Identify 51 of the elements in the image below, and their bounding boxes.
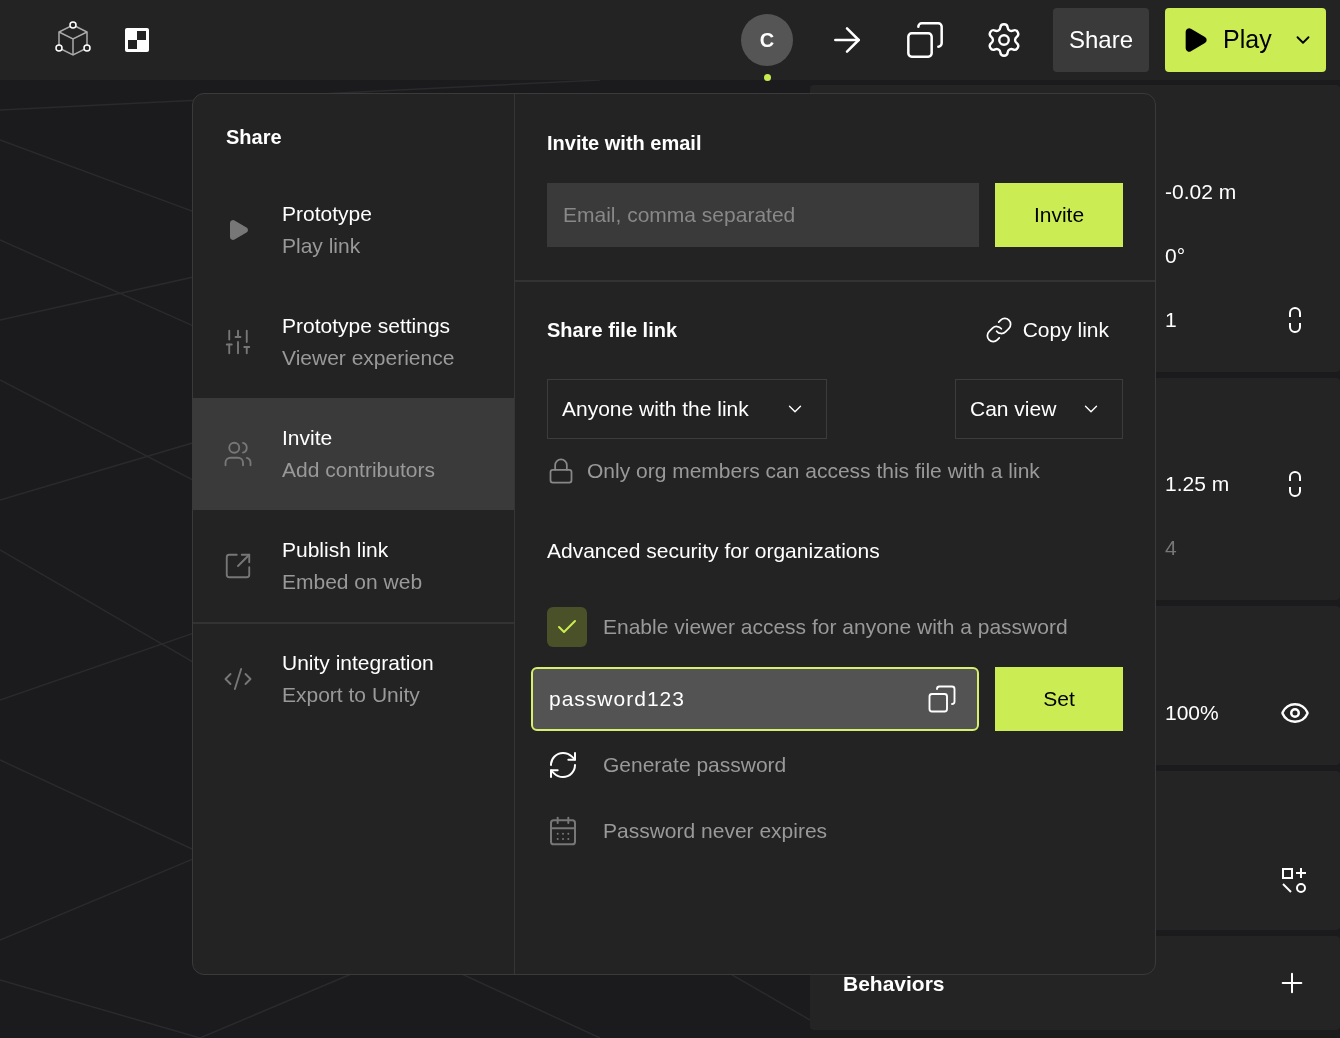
invite-button[interactable]: Invite bbox=[995, 183, 1123, 247]
section-title: Share file link bbox=[547, 318, 678, 343]
property-value[interactable]: 1 bbox=[1165, 304, 1280, 336]
set-button[interactable]: Set bbox=[995, 666, 1123, 731]
calendar-icon[interactable] bbox=[547, 814, 579, 847]
users-icon bbox=[222, 439, 253, 469]
behaviors-title: Behaviors bbox=[843, 971, 945, 998]
checkbox-label: Enable viewer access for anyone with a password bbox=[603, 613, 1068, 640]
share-nav-item[interactable]: Prototype settings Viewer experience bbox=[193, 286, 514, 398]
nav-item-title: Prototype bbox=[282, 201, 372, 227]
checker-icon[interactable] bbox=[124, 27, 150, 53]
expiry-label: Password never expires bbox=[603, 817, 828, 844]
access-dropdown[interactable]: Anyone with the link bbox=[547, 379, 827, 439]
permission-dropdown[interactable]: Can view bbox=[955, 379, 1123, 439]
duplicate-icon[interactable] bbox=[904, 20, 945, 60]
link-icon[interactable] bbox=[1287, 470, 1303, 498]
property-value[interactable]: 1.25 m bbox=[1165, 468, 1280, 500]
generate-password-link[interactable]: Generate password bbox=[603, 748, 787, 781]
access-note: Only org members can access this file with a link bbox=[587, 458, 1040, 485]
share-button[interactable]: Share bbox=[1052, 8, 1149, 72]
property-value[interactable]: 0° bbox=[1165, 240, 1280, 272]
nav-item-title: Invite bbox=[282, 425, 334, 451]
lock-icon bbox=[547, 457, 575, 485]
password-field[interactable]: password123 bbox=[531, 666, 979, 731]
nav-item-title: Prototype settings bbox=[282, 313, 452, 339]
nav-item-subtitle: Viewer experience bbox=[282, 345, 455, 371]
property-value[interactable]: 100% bbox=[1165, 697, 1280, 729]
nav-item-subtitle: Export to Unity bbox=[282, 682, 421, 708]
shapes-add-icon[interactable] bbox=[1281, 867, 1309, 896]
share-nav-item[interactable]: Unity integration Export to Unity bbox=[193, 622, 514, 734]
nav-item-title: Unity integration bbox=[282, 650, 434, 676]
duplicate-icon[interactable] bbox=[927, 683, 957, 714]
dialog-title: Share bbox=[225, 125, 283, 150]
user-avatar[interactable]: C bbox=[740, 14, 793, 66]
share-nav-item[interactable]: Invite Add contributors bbox=[193, 398, 514, 510]
copy-link-button[interactable]: Copy link bbox=[984, 314, 1109, 346]
advanced-security-title: Advanced security for organizations bbox=[547, 538, 881, 564]
nav-item-subtitle: Embed on web bbox=[282, 569, 423, 595]
play-button[interactable]: Play bbox=[1165, 8, 1326, 72]
property-value[interactable]: -0.02 m bbox=[1165, 176, 1280, 208]
nav-item-subtitle: Add contributors bbox=[282, 457, 435, 483]
share-nav-item[interactable]: Publish link Embed on web bbox=[193, 510, 514, 622]
link-icon bbox=[984, 316, 1013, 344]
password-checkbox[interactable] bbox=[547, 606, 587, 647]
section-title: Invite with email bbox=[547, 131, 703, 156]
cube-icon[interactable] bbox=[54, 21, 92, 59]
email-field[interactable]: Email, comma separated bbox=[547, 183, 979, 247]
nav-item-title: Publish link bbox=[282, 537, 390, 563]
share-nav-item[interactable]: Prototype Play link bbox=[193, 174, 514, 286]
nav-item-subtitle: Play link bbox=[282, 233, 362, 259]
link-icon[interactable] bbox=[1287, 306, 1303, 334]
